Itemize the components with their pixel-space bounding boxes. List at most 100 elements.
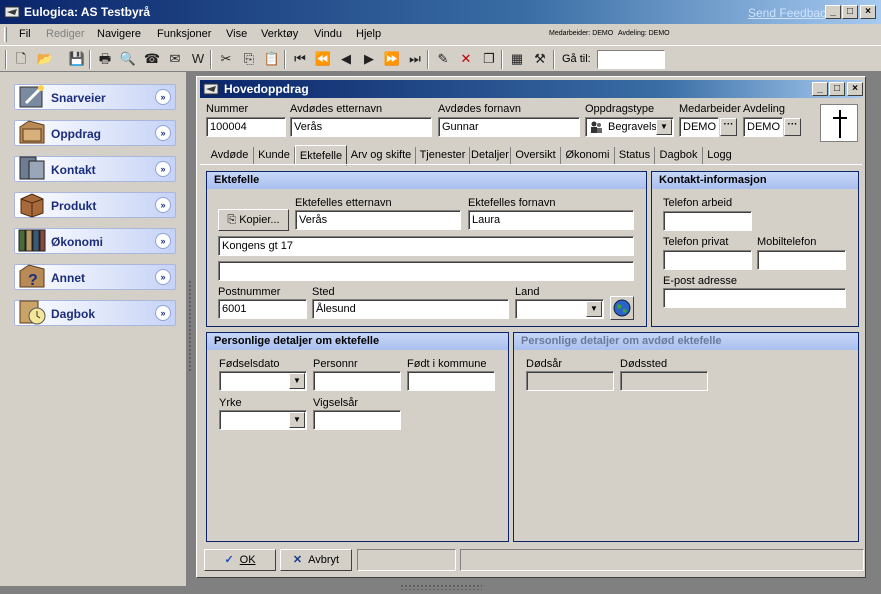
last-record-icon[interactable]: ⏭ (406, 50, 424, 68)
medarbeider-field[interactable]: DEMO (679, 117, 719, 137)
kopier-button[interactable]: ⎘ Kopier... (218, 209, 289, 231)
ok-button[interactable]: ✓ OK (204, 549, 276, 571)
resize-grip[interactable] (400, 584, 482, 590)
email-icon[interactable]: ✉ (166, 50, 184, 68)
adresse-linje-2[interactable] (218, 261, 634, 281)
print-icon[interactable]: 🖶 (96, 50, 114, 68)
copy-icon[interactable]: ⎘ (240, 50, 258, 68)
chevron-down-icon[interactable]: » (155, 197, 171, 213)
nav-dagbok[interactable]: Dagbok » (14, 300, 176, 326)
fast-forward-icon[interactable]: ⏩ (383, 50, 401, 68)
adresse-linje-1[interactable]: Kongens gt 17 (218, 236, 634, 256)
chevron-down-icon[interactable]: » (155, 233, 171, 249)
mobiltelefon-field[interactable] (757, 250, 846, 270)
dropdown-arrow-icon[interactable]: ▼ (656, 119, 672, 135)
oppdragstype-select[interactable]: Begravels ▼ (585, 117, 674, 137)
menu-rediger[interactable]: Rediger (46, 28, 85, 40)
previous-record-icon[interactable]: ◀ (337, 50, 355, 68)
menu-navigere[interactable]: Navigere (97, 28, 141, 40)
tab-avdode[interactable]: Avdøde (206, 147, 254, 165)
vigselsar-field[interactable] (313, 410, 401, 430)
fast-back-icon[interactable]: ⏪ (314, 50, 332, 68)
fax-icon[interactable]: ☎ (143, 50, 161, 68)
nav-oppdrag[interactable]: Oppdrag » (14, 120, 176, 146)
ektefelles-etternavn-field[interactable]: Verås (295, 210, 461, 230)
avdodes-etternavn-field[interactable]: Verås (290, 117, 432, 137)
dropdown-arrow-icon[interactable]: ▼ (289, 412, 305, 428)
open-folder-icon[interactable]: 📂 (36, 50, 54, 68)
menu-verktoy[interactable]: Verktøy (261, 28, 298, 40)
goto-input[interactable] (597, 50, 665, 69)
tab-tjenester[interactable]: Tjenester (416, 147, 470, 165)
print-preview-icon[interactable]: 🔍 (119, 50, 137, 68)
telefon-arbeid-field[interactable] (663, 211, 752, 231)
menu-vindu[interactable]: Vindu (314, 28, 342, 40)
personnr-field[interactable] (313, 371, 401, 391)
cross-symbol-box[interactable] (820, 104, 858, 142)
dodssted-field[interactable] (620, 371, 708, 391)
chevron-down-icon[interactable]: » (155, 161, 171, 177)
chevron-down-icon[interactable]: » (155, 305, 171, 321)
minimize-button[interactable]: _ (825, 5, 841, 19)
dropdown-arrow-icon[interactable]: ▼ (289, 373, 305, 389)
chevron-down-icon[interactable]: » (155, 125, 171, 141)
dropdown-arrow-icon[interactable]: ▼ (586, 301, 602, 317)
tab-oversikt[interactable]: Oversikt (511, 147, 561, 165)
close-button[interactable]: × (860, 5, 876, 19)
tools-icon[interactable]: ⚒ (531, 50, 549, 68)
avbryt-button[interactable]: ✕ Avbryt (280, 549, 352, 571)
child-minimize-button[interactable]: _ (812, 82, 828, 96)
edit-record-icon[interactable]: ✎ (434, 50, 452, 68)
avdeling-lookup-button[interactable]: ··· (784, 118, 801, 136)
menu-vise[interactable]: Vise (226, 28, 247, 40)
fodt-i-kommune-field[interactable] (407, 371, 495, 391)
tab-status[interactable]: Status (615, 147, 655, 165)
chevron-down-icon[interactable]: » (155, 269, 171, 285)
tab-ektefelle[interactable]: Ektefelle (295, 145, 347, 166)
nav-annet[interactable]: ? Annet » (14, 264, 176, 290)
postnummer-field[interactable]: 6001 (218, 299, 307, 319)
tab-logg[interactable]: Logg (703, 147, 736, 165)
word-icon[interactable]: W (189, 50, 207, 68)
new-document-icon[interactable]: 🗋 (12, 50, 30, 68)
panel-splitter[interactable] (188, 280, 192, 372)
tab-dagbok[interactable]: Dagbok (655, 147, 703, 165)
calculator-icon[interactable]: ▦ (508, 50, 526, 68)
nav-kontakt[interactable]: Kontakt » (14, 156, 176, 182)
sted-field[interactable]: Ålesund (312, 299, 509, 319)
land-select[interactable]: ▼ (515, 299, 604, 319)
yrke-select[interactable]: ▼ (219, 410, 307, 430)
send-feedback-link[interactable]: Send Feedback (748, 6, 832, 20)
ektefelles-fornavn-field[interactable]: Laura (468, 210, 634, 230)
nav-okonomi[interactable]: Økonomi » (14, 228, 176, 254)
fodselsdato-select[interactable]: ▼ (219, 371, 307, 391)
menu-hjelp[interactable]: Hjelp (356, 28, 381, 40)
menu-funksjoner[interactable]: Funksjoner (157, 28, 211, 40)
dodsar-field[interactable] (526, 371, 614, 391)
tab-arv-og-skifte[interactable]: Arv og skifte (347, 147, 416, 165)
medarbeider-lookup-button[interactable]: ··· (720, 118, 737, 136)
tab-okonomi[interactable]: Økonomi (561, 147, 615, 165)
tab-detaljer[interactable]: Detaljer (470, 147, 511, 165)
menu-fil[interactable]: Fil (19, 28, 31, 40)
cut-icon[interactable]: ✂ (217, 50, 235, 68)
nummer-field[interactable]: 100004 (206, 117, 286, 137)
telefon-privat-field[interactable] (663, 250, 752, 270)
delete-icon[interactable]: ✕ (457, 50, 475, 68)
duplicate-icon[interactable]: ❐ (480, 50, 498, 68)
child-maximize-button[interactable]: □ (829, 82, 845, 96)
avdeling-field[interactable]: DEMO (743, 117, 783, 137)
avdodes-fornavn-field[interactable]: Gunnar (438, 117, 580, 137)
nav-snarveier[interactable]: Snarveier » (14, 84, 176, 110)
nav-produkt[interactable]: Produkt » (14, 192, 176, 218)
child-close-button[interactable]: × (847, 82, 863, 96)
epost-field[interactable] (663, 288, 846, 308)
save-icon[interactable]: 💾 (68, 50, 86, 68)
paste-icon[interactable]: 📋 (263, 50, 281, 68)
next-record-icon[interactable]: ▶ (360, 50, 378, 68)
tab-kunde[interactable]: Kunde (254, 147, 295, 165)
maximize-button[interactable]: □ (842, 5, 858, 19)
first-record-icon[interactable]: ⏮ (291, 50, 309, 68)
globe-button[interactable] (610, 296, 634, 320)
chevron-down-icon[interactable]: » (155, 89, 171, 105)
